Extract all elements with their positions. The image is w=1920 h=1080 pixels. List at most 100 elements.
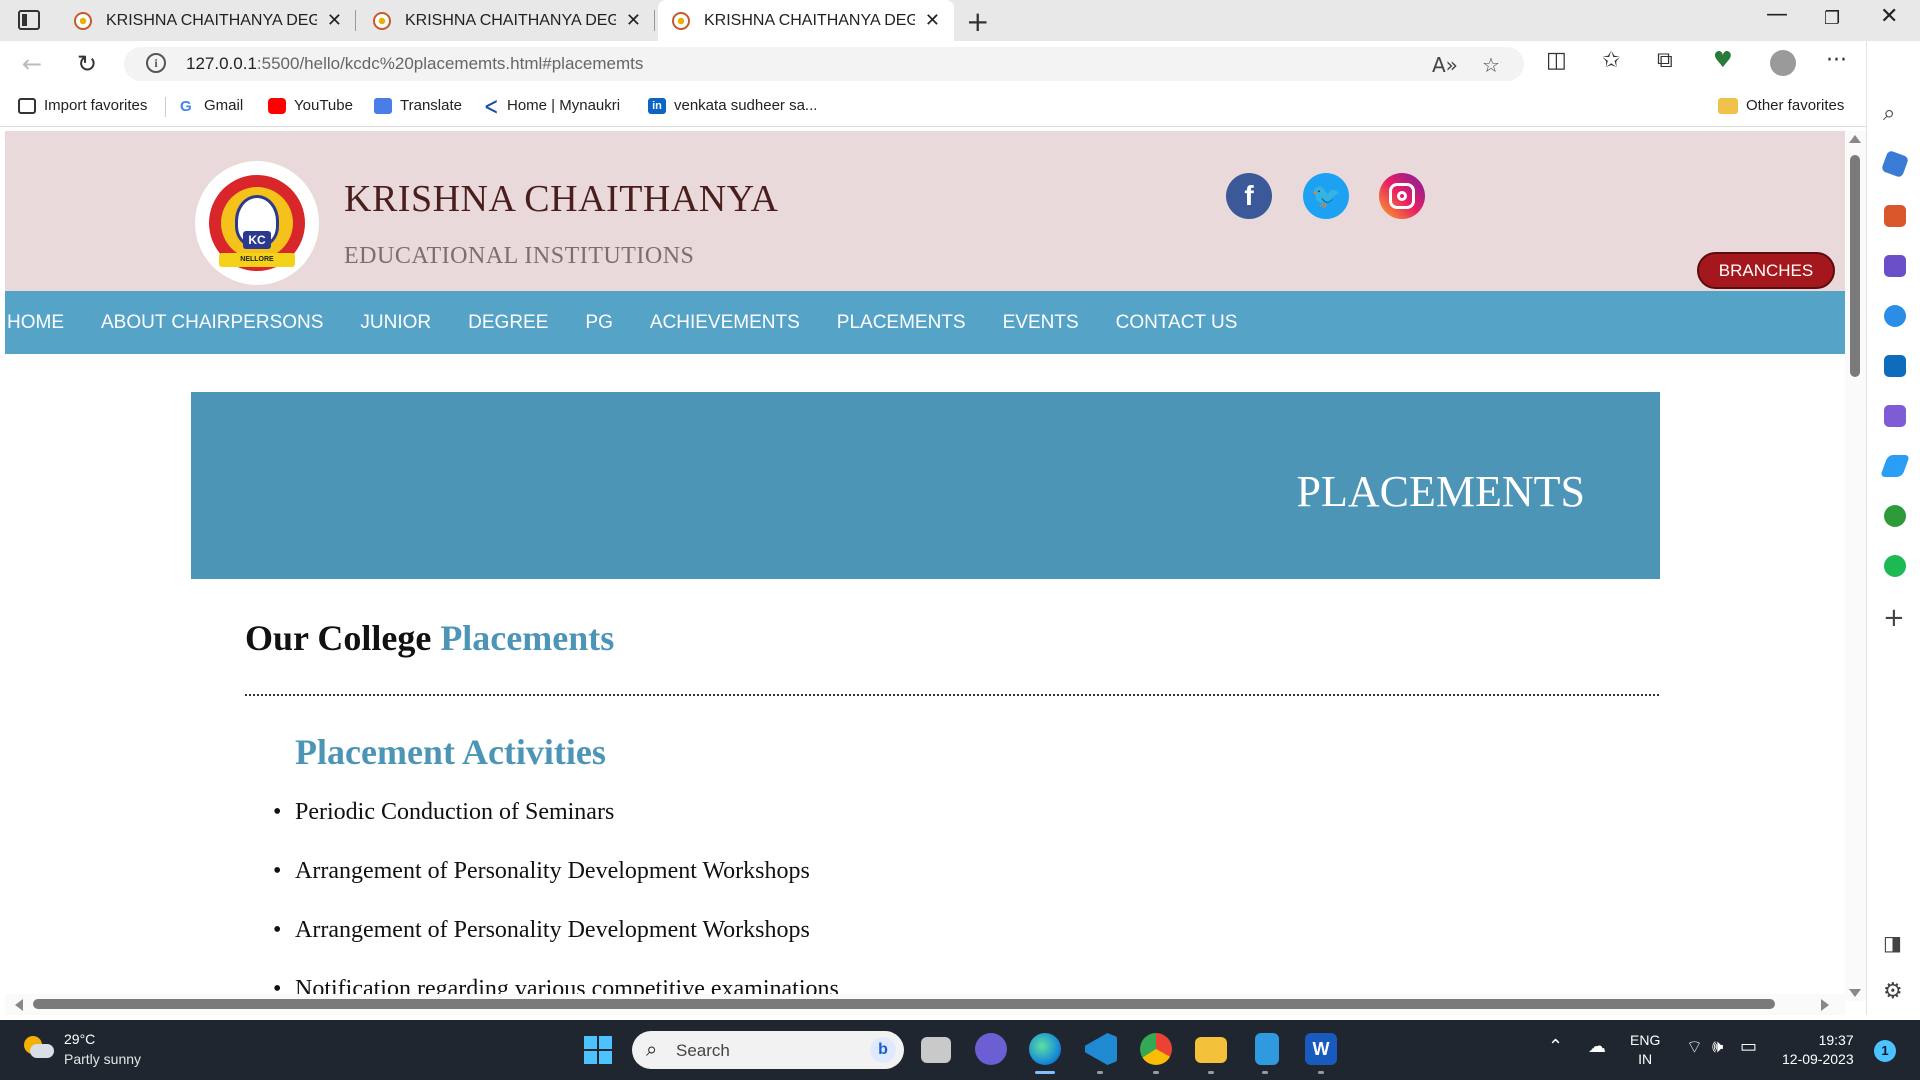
browser-tab-2[interactable]: KRISHNA CHAITHANYA DEGREE ✕: [359, 0, 655, 41]
back-arrow-icon[interactable]: ←: [22, 50, 42, 78]
language-indicator[interactable]: ENG IN: [1630, 1031, 1660, 1069]
designer-icon[interactable]: [1884, 405, 1906, 427]
other-favorites-folder[interactable]: Other favorites: [1718, 97, 1844, 114]
outlook-icon[interactable]: [1884, 355, 1906, 377]
tab-close-icon[interactable]: ✕: [327, 10, 342, 31]
favorite-mynaukri[interactable]: ᐸ Home | Mynaukri: [485, 97, 620, 117]
settings-gear-icon[interactable]: ⚙: [1883, 979, 1903, 1004]
edge-icon[interactable]: [1029, 1033, 1061, 1074]
clock[interactable]: 19:37 12-09-2023: [1782, 1031, 1854, 1069]
shopping-tag-icon[interactable]: [1880, 149, 1910, 179]
windows-start-icon[interactable]: [584, 1036, 612, 1064]
twitter-icon[interactable]: 🐦: [1303, 173, 1349, 219]
notification-badge[interactable]: 1: [1874, 1040, 1896, 1062]
list-item: Arrangement of Personality Development W…: [273, 917, 839, 976]
tab-close-icon[interactable]: ✕: [925, 10, 940, 31]
search-icon[interactable]: ⌕: [1883, 101, 1895, 126]
site-info-icon[interactable]: i: [146, 53, 166, 73]
horizontal-scroll-thumb[interactable]: [33, 999, 1775, 1009]
nav-junior[interactable]: JUNIOR: [360, 312, 431, 334]
tools-briefcase-icon[interactable]: [1884, 205, 1906, 227]
browser-tab-3-active[interactable]: KRISHNA CHAITHANYA DEGREE ✕: [658, 0, 954, 41]
favorite-translate[interactable]: Translate: [374, 97, 462, 114]
nav-home[interactable]: HOME: [7, 312, 64, 334]
battery-icon[interactable]: ▭: [1740, 1036, 1757, 1057]
favorites-icon[interactable]: ✩: [1602, 48, 1620, 73]
tab-actions-icon[interactable]: [18, 10, 40, 30]
nav-contact-us[interactable]: CONTACT US: [1116, 312, 1238, 334]
minimize-icon[interactable]: —: [1766, 2, 1788, 27]
chevron-up-icon[interactable]: ⌃: [1548, 1036, 1563, 1057]
read-aloud-icon[interactable]: A»: [1432, 53, 1458, 77]
chrome-icon[interactable]: [1140, 1033, 1172, 1065]
google-icon: G: [180, 97, 192, 115]
close-window-icon[interactable]: ✕: [1880, 4, 1898, 29]
facebook-icon[interactable]: f: [1226, 173, 1272, 219]
nav-about-chairpersons[interactable]: ABOUT CHAIRPERSONS: [101, 312, 323, 334]
college-logo[interactable]: KC NELLORE: [195, 161, 319, 285]
horizontal-scrollbar[interactable]: [5, 994, 1845, 1015]
taskbar-search[interactable]: ⌕ Search b: [632, 1031, 904, 1069]
bing-icon[interactable]: b: [870, 1037, 896, 1063]
vertical-scrollbar[interactable]: [1845, 131, 1866, 1001]
nav-placements[interactable]: PLACEMENTS: [837, 312, 966, 334]
favorite-import[interactable]: Import favorites: [18, 97, 147, 114]
favorite-label: Import favorites: [44, 97, 148, 114]
games-icon[interactable]: [1884, 255, 1906, 277]
edge-sidebar: ⌕ + ◨ ⚙: [1866, 41, 1920, 1015]
search-label: Search: [676, 1041, 730, 1060]
site-header: KC NELLORE KRISHNA CHAITHANYA EDUCATIONA…: [5, 131, 1845, 291]
restore-icon[interactable]: ❐: [1824, 8, 1840, 29]
weather-temperature[interactable]: 29°C: [64, 1031, 95, 1047]
spotify-icon[interactable]: [1884, 555, 1906, 577]
logo-text: KC: [243, 231, 271, 249]
favorite-label: venkata sudheer sa...: [674, 97, 818, 114]
favorite-star-icon[interactable]: ☆: [1482, 53, 1500, 77]
nav-pg[interactable]: PG: [585, 312, 612, 334]
scroll-down-arrow-icon[interactable]: [1849, 989, 1861, 997]
instagram-icon[interactable]: [1379, 173, 1425, 219]
favorite-youtube[interactable]: YouTube: [268, 97, 353, 114]
favorite-label: Other favorites: [1746, 97, 1845, 114]
translate-icon: [374, 97, 392, 114]
browser-essentials-icon[interactable]: ♥: [1713, 48, 1733, 73]
collections-icon[interactable]: ⧉: [1657, 48, 1673, 73]
volume-icon[interactable]: 🕪: [1712, 1036, 1723, 1057]
scroll-right-arrow-icon[interactable]: [1821, 999, 1829, 1011]
logo-ribbon: NELLORE: [219, 253, 295, 267]
weather-icon[interactable]: [22, 1034, 54, 1060]
nav-events[interactable]: EVENTS: [1003, 312, 1079, 334]
word-icon[interactable]: W: [1305, 1033, 1337, 1065]
notepad-icon[interactable]: [1255, 1033, 1279, 1065]
wifi-icon[interactable]: ⌔: [1686, 1036, 1703, 1059]
weather-description[interactable]: Partly sunny: [64, 1051, 141, 1067]
nav-degree[interactable]: DEGREE: [468, 312, 548, 334]
new-tab-button[interactable]: +: [966, 5, 989, 38]
add-icon[interactable]: +: [1883, 603, 1905, 633]
browser-tab-1[interactable]: KRISHNA CHAITHANYA DEGREE ✕: [60, 0, 356, 41]
tab-close-icon[interactable]: ✕: [626, 10, 641, 31]
onedrive-icon[interactable]: ☁: [1588, 1036, 1606, 1057]
favorite-linkedin[interactable]: in venkata sudheer sa...: [648, 97, 817, 114]
brand-subtitle: EDUCATIONAL INSTITUTIONS: [344, 243, 695, 269]
send-icon[interactable]: [1879, 455, 1911, 477]
teams-chat-icon[interactable]: [975, 1033, 1007, 1065]
branches-button[interactable]: BRANCHES: [1697, 252, 1835, 289]
refresh-icon[interactable]: ↻: [77, 50, 97, 78]
task-view-icon[interactable]: [921, 1037, 951, 1063]
favorite-gmail[interactable]: G Gmail: [180, 97, 243, 115]
split-screen-icon[interactable]: ◫: [1546, 48, 1567, 73]
url-input[interactable]: i 127.0.0.1:5500/hello/kcdc%20placememts…: [124, 47, 1524, 81]
hide-sidebar-icon[interactable]: ◨: [1883, 931, 1902, 955]
profile-avatar[interactable]: [1770, 50, 1796, 76]
scroll-up-arrow-icon[interactable]: [1849, 135, 1861, 143]
scroll-left-arrow-icon[interactable]: [15, 999, 23, 1011]
microsoft-365-icon[interactable]: [1884, 305, 1906, 327]
tree-icon[interactable]: [1884, 505, 1906, 527]
vscode-icon[interactable]: [1085, 1033, 1117, 1065]
more-options-icon[interactable]: ···: [1826, 48, 1847, 73]
vertical-scroll-thumb[interactable]: [1850, 155, 1860, 377]
placement-activities-heading: Placement Activities: [295, 732, 606, 772]
file-explorer-icon[interactable]: [1195, 1037, 1227, 1063]
nav-achievements[interactable]: ACHIEVEMENTS: [650, 312, 800, 334]
